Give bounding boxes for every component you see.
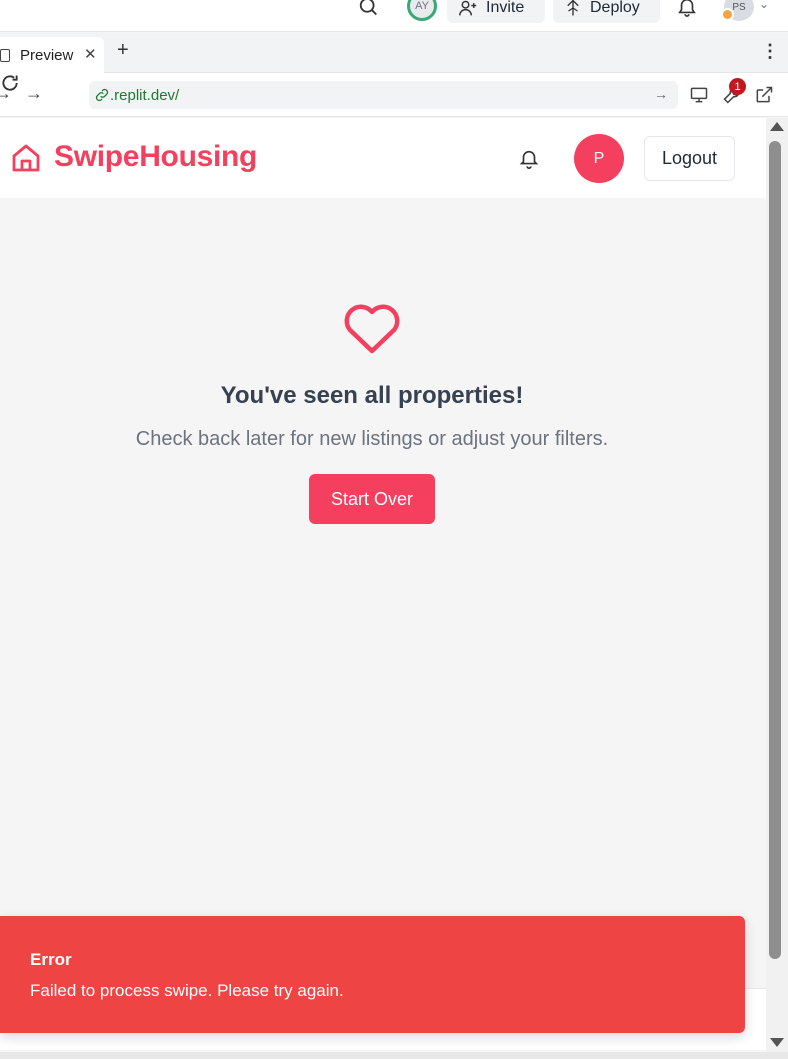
forward-button[interactable]: → [25, 83, 43, 104]
search-icon[interactable] [358, 0, 380, 20]
browser-tab-strip: Preview ✕ + ⋮ [0, 33, 788, 73]
chevron-down-icon[interactable]: ⌄ [759, 0, 769, 11]
bell-icon[interactable] [518, 148, 540, 170]
toast-title: Error [30, 950, 72, 969]
url-text: .replit.dev/ [110, 86, 180, 104]
open-external-icon[interactable] [754, 85, 774, 105]
close-tab-icon[interactable]: ✕ [84, 45, 97, 63]
error-toast[interactable]: Error Failed to process swipe. Please tr… [0, 916, 745, 1033]
window-bottom-edge [0, 1052, 788, 1059]
scrollbar[interactable] [766, 118, 788, 1053]
logout-button[interactable]: Logout [644, 136, 735, 181]
add-user-icon [459, 0, 477, 15]
scroll-down-arrow-icon[interactable] [770, 1038, 784, 1047]
new-tab-button[interactable]: + [117, 39, 129, 62]
scroll-up-arrow-icon[interactable] [770, 122, 784, 131]
link-icon [95, 88, 109, 102]
tab-title: Preview [20, 46, 74, 64]
deploy-label: Deploy [590, 0, 640, 16]
notifications-bell-icon[interactable] [676, 0, 698, 17]
empty-state-description: Check back later for new listings or adj… [135, 428, 609, 450]
toast-message: Failed to process swipe. Please try agai… [30, 981, 344, 1000]
invite-button[interactable]: Invite [447, 0, 545, 23]
back-button[interactable]: → [0, 83, 12, 104]
empty-state-title: You've seen all properties! [220, 382, 524, 409]
heart-icon [344, 304, 400, 354]
deploy-icon [567, 0, 579, 15]
main-content: You've seen all properties! Check back l… [0, 198, 766, 988]
replit-top-bar: AY Invite Deploy PS ⌄ [0, 0, 788, 32]
start-over-button[interactable]: Start Over [309, 474, 435, 524]
account-status-badge [721, 8, 734, 21]
brand-name[interactable]: SwipeHousing [54, 140, 257, 174]
scroll-thumb[interactable] [769, 141, 781, 959]
tab-preview[interactable]: Preview ✕ [0, 37, 104, 73]
invite-label: Invite [486, 0, 525, 16]
tools-badge: 1 [729, 78, 746, 95]
deploy-button[interactable]: Deploy [553, 0, 660, 23]
browser-nav-bar: → → .replit.dev/ → 1 [0, 73, 788, 117]
page-icon [0, 48, 10, 62]
devices-icon[interactable] [689, 85, 709, 105]
collaborator-avatar[interactable]: AY [407, 0, 437, 21]
more-options-icon[interactable]: ⋮ [761, 41, 779, 62]
app-header: SwipeHousing P Logout [0, 118, 766, 198]
address-bar[interactable]: .replit.dev/ → [89, 81, 678, 109]
home-icon[interactable] [10, 142, 42, 174]
go-arrow-icon[interactable]: → [654, 86, 668, 102]
user-avatar[interactable]: P [574, 134, 624, 183]
